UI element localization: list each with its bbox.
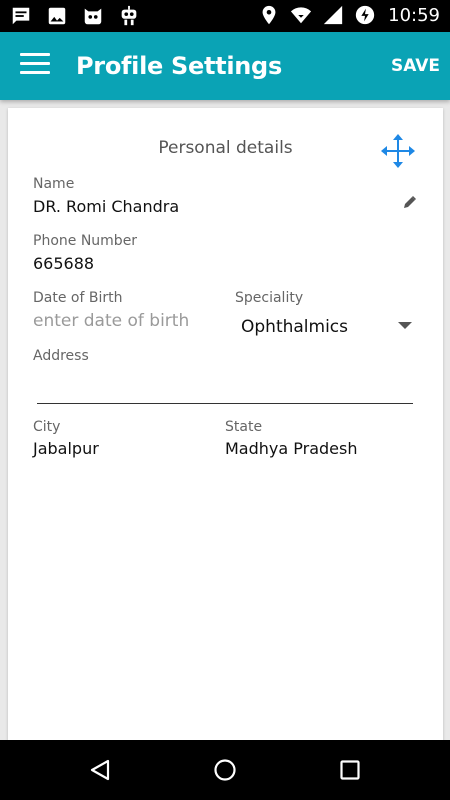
city-label: City [33, 419, 61, 435]
system-icons: 10:59 [258, 4, 440, 26]
name-field[interactable]: DR. Romi Chandra [33, 197, 179, 216]
location-icon [262, 5, 276, 25]
pencil-icon[interactable] [403, 195, 417, 209]
city-field[interactable]: Jabalpur [33, 439, 99, 458]
clock: 10:59 [388, 4, 440, 26]
dob-field[interactable]: enter date of birth [33, 311, 189, 331]
address-input[interactable] [37, 373, 413, 401]
robot-icon [121, 5, 137, 26]
state-field[interactable]: Madhya Pradesh [225, 439, 358, 458]
signal-icon [323, 5, 343, 25]
dob-label: Date of Birth [33, 290, 123, 306]
move-icon[interactable] [381, 134, 415, 168]
status-bar: 10:59 [0, 0, 450, 32]
notification-icons [10, 5, 140, 27]
data-saver-icon [355, 5, 375, 25]
phone-field[interactable]: 665688 [33, 254, 94, 273]
address-label: Address [33, 348, 89, 364]
recents-icon[interactable] [338, 758, 362, 782]
address-underline [37, 403, 413, 404]
phone-label: Phone Number [33, 233, 138, 249]
save-button[interactable]: SAVE [391, 56, 440, 76]
section-title: Personal details [158, 138, 293, 158]
name-label: Name [33, 176, 75, 192]
speciality-dropdown[interactable]: Ophthalmics [241, 317, 348, 337]
image-icon [48, 7, 66, 25]
page-title: Profile Settings [76, 52, 282, 80]
wifi-icon [291, 7, 312, 24]
state-label: State [225, 419, 263, 435]
navigation-bar [0, 740, 450, 800]
chat-icon [12, 7, 30, 25]
cat-face-icon [84, 8, 102, 25]
profile-card: Personal details Name DR. Romi Chandra P… [8, 108, 443, 748]
chevron-down-icon[interactable] [398, 322, 412, 329]
app-bar: Profile Settings SAVE [0, 32, 450, 100]
menu-icon[interactable] [20, 53, 50, 79]
speciality-label: Speciality [235, 290, 304, 306]
back-icon[interactable] [88, 758, 112, 782]
home-icon[interactable] [213, 758, 237, 782]
